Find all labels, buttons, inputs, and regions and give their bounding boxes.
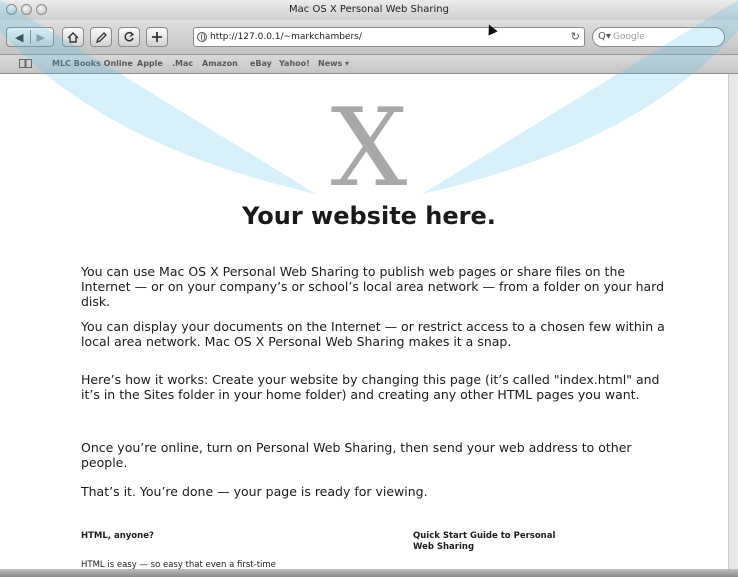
title-bar: Mac OS X Personal Web Sharing bbox=[0, 0, 738, 21]
home-icon bbox=[67, 31, 79, 43]
bookmarks-bar: MLC Books Online Apple .Mac Amazon eBay … bbox=[0, 55, 738, 74]
html-anyone-heading: HTML, anyone? bbox=[81, 531, 154, 541]
bookmark-ebay[interactable]: eBay bbox=[250, 59, 272, 68]
web-page-content: X Your website here. You can use Mac OS … bbox=[0, 74, 738, 570]
search-placeholder: Google bbox=[613, 32, 645, 42]
add-bookmark-button[interactable] bbox=[146, 27, 168, 47]
browser-window: X Your website here. You can use Mac OS … bbox=[0, 0, 738, 577]
forward-arrow-icon[interactable]: ▶ bbox=[37, 31, 45, 44]
paragraph-1: You can use Mac OS X Personal Web Sharin… bbox=[81, 264, 665, 309]
button-divider bbox=[29, 30, 31, 44]
edit-icon bbox=[95, 31, 107, 43]
home-button[interactable] bbox=[62, 27, 84, 47]
address-bar[interactable]: http://127.0.0.1/~markchambers/ ↻ bbox=[193, 27, 585, 47]
bookmark-yahoo[interactable]: Yahoo! bbox=[279, 59, 310, 68]
back-forward-buttons[interactable]: ◀ ▶ bbox=[6, 27, 54, 47]
paragraph-4: Once you’re online, turn on Personal Web… bbox=[81, 440, 632, 470]
paragraph-3: Here’s how it works: Create your website… bbox=[81, 372, 660, 402]
globe-icon bbox=[197, 32, 207, 42]
browser-toolbar: ◀ ▶ http://127.0.0.1/~markchambers/ ↻ Q▾… bbox=[0, 20, 738, 55]
edit-button[interactable] bbox=[90, 27, 112, 47]
plus-icon bbox=[152, 32, 162, 42]
window-title: Mac OS X Personal Web Sharing bbox=[289, 4, 449, 15]
search-icon: Q▾ bbox=[598, 31, 611, 42]
bookmarks-book-icon[interactable] bbox=[19, 59, 32, 70]
quick-start-guide-link[interactable]: Quick Start Guide to Personal Web Sharin… bbox=[413, 531, 563, 553]
mac-os-x-logo: X bbox=[330, 86, 408, 211]
bookmark-apple[interactable]: Apple bbox=[137, 59, 163, 68]
bookmark-news-menu[interactable]: News ▾ bbox=[318, 59, 349, 68]
vertical-scrollbar[interactable] bbox=[728, 74, 738, 570]
bookmark-amazon[interactable]: Amazon bbox=[202, 59, 238, 68]
reload-icon bbox=[124, 31, 135, 42]
address-bar-refresh-icon[interactable]: ↻ bbox=[571, 29, 580, 45]
paragraph-2: You can display your documents on the In… bbox=[81, 319, 665, 349]
bookmark-mlc-books-online[interactable]: MLC Books Online bbox=[52, 59, 133, 68]
reload-button[interactable] bbox=[118, 27, 140, 47]
page-headline: Your website here. bbox=[242, 202, 496, 230]
window-bottom-edge bbox=[0, 569, 738, 577]
back-arrow-icon[interactable]: ◀ bbox=[15, 31, 23, 44]
paragraph-5: That’s it. You’re done — your page is re… bbox=[81, 484, 428, 499]
google-search-field[interactable]: Q▾ Google bbox=[592, 27, 725, 47]
bookmark-mac[interactable]: .Mac bbox=[172, 59, 193, 68]
address-bar-url[interactable]: http://127.0.0.1/~markchambers/ bbox=[210, 32, 362, 42]
